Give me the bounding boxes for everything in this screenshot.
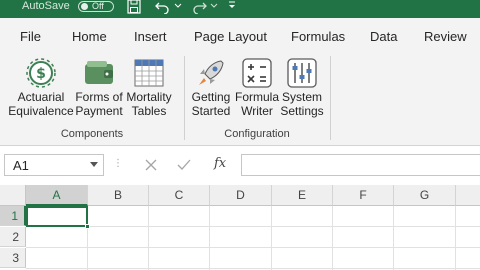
tab-home[interactable]: Home (72, 29, 107, 45)
column-header-f[interactable]: F (333, 185, 394, 206)
redo-icon[interactable] (191, 0, 207, 14)
forms-of-payment-label: Forms of Payment (75, 90, 123, 118)
group-separator (330, 56, 331, 140)
toggle-knob (81, 3, 88, 10)
getting-started-button[interactable]: Getting Started (188, 52, 234, 126)
splitter-handle[interactable]: ⋮ (113, 158, 123, 169)
column-header-a[interactable]: A (26, 185, 88, 206)
tab-insert[interactable]: Insert (134, 29, 167, 45)
column-header-b[interactable]: B (88, 185, 149, 206)
row-header-3[interactable]: 3 (0, 248, 26, 268)
insert-function-button[interactable]: fx (214, 156, 226, 171)
configuration-group-label: Configuration (224, 128, 290, 140)
column-header-h[interactable] (456, 185, 480, 206)
grid-line (26, 247, 480, 248)
forms-of-payment-button[interactable]: Forms of Payment (74, 52, 124, 126)
name-box[interactable]: A1 (4, 154, 104, 176)
tab-formulas[interactable]: Formulas (291, 29, 345, 45)
cancel-icon[interactable] (145, 159, 157, 171)
autosave-state: Off (92, 1, 104, 11)
worksheet-grid: A B C D E F G 1 2 3 (0, 185, 480, 270)
components-group-label: Components (60, 128, 124, 140)
sliders-icon (287, 58, 317, 88)
column-header-c[interactable]: C (149, 185, 210, 206)
autosave-label: AutoSave (22, 0, 70, 12)
calculator-icon (242, 58, 272, 88)
autosave-toggle[interactable]: Off (78, 1, 114, 12)
redo-dropdown-icon[interactable] (210, 0, 218, 14)
group-separator (184, 56, 185, 140)
formula-input[interactable] (241, 154, 480, 176)
actuarial-equivalence-label: Actuarial Equivalence (8, 90, 74, 118)
grid-line (393, 206, 394, 270)
grid-line (271, 206, 272, 270)
enter-check-icon[interactable] (177, 159, 191, 171)
grid-line (332, 206, 333, 270)
save-icon[interactable] (127, 0, 141, 14)
chevron-down-icon[interactable] (90, 162, 98, 168)
system-settings-button[interactable]: System Settings (280, 52, 324, 126)
tab-page-layout[interactable]: Page Layout (194, 29, 267, 45)
ribbon-panel: $ Actuarial Equivalence Forms of Payment… (0, 52, 480, 146)
name-box-value: A1 (13, 158, 29, 173)
title-bar: AutoSave Off (0, 0, 480, 18)
getting-started-label: Getting Started (191, 90, 231, 118)
undo-icon[interactable] (155, 0, 171, 14)
actuarial-equivalence-button[interactable]: $ Actuarial Equivalence (8, 52, 74, 126)
fill-handle[interactable] (85, 224, 90, 229)
wallet-icon (85, 61, 113, 84)
formula-bar-buttons: fx (132, 154, 238, 176)
row-header-2[interactable]: 2 (0, 227, 26, 247)
grid-line (26, 268, 480, 269)
mortality-tables-button[interactable]: Mortality Tables (124, 52, 174, 126)
formula-bar: A1 ⋮ fx (0, 146, 480, 184)
column-header-g[interactable]: G (394, 185, 456, 206)
column-header-d[interactable]: D (210, 185, 272, 206)
table-grid-icon (134, 59, 164, 87)
undo-dropdown-icon[interactable] (174, 0, 182, 14)
grid-line (148, 206, 149, 270)
tab-file[interactable]: File (20, 29, 41, 45)
active-cell-a1[interactable] (26, 206, 88, 227)
formula-writer-button[interactable]: Formula Writer (234, 52, 280, 126)
svg-text:$: $ (36, 66, 46, 82)
tab-data[interactable]: Data (370, 29, 397, 45)
formula-writer-label: Formula Writer (234, 90, 279, 118)
grid-line (209, 206, 210, 270)
actuarial-equivalence-icon: $ (26, 58, 56, 88)
customize-toolbar-icon[interactable] (228, 0, 236, 14)
system-settings-label: System Settings (280, 90, 324, 118)
rocket-icon (199, 60, 224, 85)
select-all-corner[interactable] (0, 185, 26, 206)
tab-review[interactable]: Review (424, 29, 467, 45)
grid-line (455, 206, 456, 270)
column-header-e[interactable]: E (272, 185, 333, 206)
ribbon-tabs: File Home Insert Page Layout Formulas Da… (0, 18, 480, 52)
grid-line (26, 226, 480, 227)
mortality-tables-label: Mortality Tables (126, 90, 172, 118)
row-header-1[interactable]: 1 (0, 206, 26, 226)
